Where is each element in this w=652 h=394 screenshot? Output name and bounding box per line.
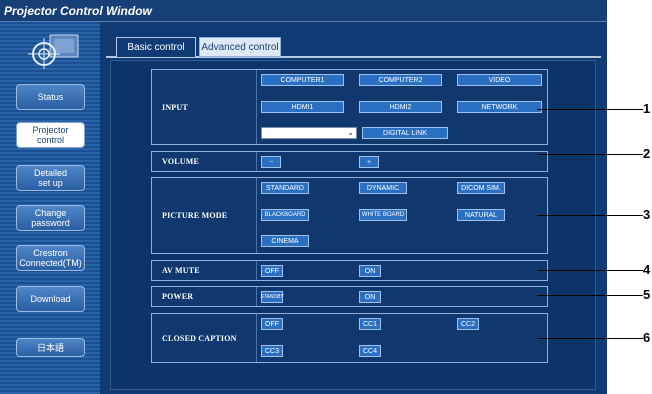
column-divider (256, 314, 257, 362)
sidebar-item-japanese[interactable]: 日本語 (16, 338, 85, 357)
sidebar-item-detailed-set-up[interactable]: Detailed set up (16, 165, 85, 191)
volume-section: VOLUME − + (151, 151, 548, 172)
tab-advanced-control[interactable]: Advanced control (199, 37, 281, 57)
av-mute-on-button[interactable]: ON (359, 265, 381, 277)
title-bar: Projector Control Window (0, 0, 607, 22)
projector-control-window: Projector Control Window Status Projecto… (0, 0, 607, 394)
callout-line-3 (537, 215, 643, 216)
white-board-button[interactable]: WHITE BOARD (359, 209, 407, 221)
av-mute-label: AV MUTE (162, 266, 200, 275)
callout-number-1: 1 (643, 101, 651, 116)
main-content: Basic control Advanced control INPUT COM… (100, 22, 607, 394)
sidebar-item-projector-control[interactable]: Projector control (16, 122, 85, 148)
video-button[interactable]: VIDEO (457, 74, 542, 86)
closed-caption-label: CLOSED CAPTION (162, 333, 237, 343)
av-mute-off-button[interactable]: OFF (261, 265, 283, 277)
tab-basic-control[interactable]: Basic control (116, 37, 196, 57)
power-section: POWER STANDBY ON (151, 286, 548, 307)
closed-caption-section: CLOSED CAPTION OFF CC1 CC2 CC3 CC4 (151, 313, 548, 363)
digital-link-button[interactable]: DIGITAL LINK (362, 127, 448, 139)
cinema-button[interactable]: CINEMA (261, 235, 309, 247)
callout-line-2 (537, 154, 643, 155)
volume-up-button[interactable]: + (359, 156, 379, 168)
volume-down-button[interactable]: − (261, 156, 281, 168)
blackboard-button[interactable]: BLACKBOARD (261, 209, 309, 221)
sidebar-item-change-password[interactable]: Change password (16, 205, 85, 231)
cc1-button[interactable]: CC1 (359, 318, 381, 330)
callout-number-6: 6 (643, 330, 651, 345)
dicom-sim-button[interactable]: DICOM SIM. (457, 182, 505, 194)
callout-number-4: 4 (643, 262, 651, 277)
target-logo-icon (28, 34, 79, 69)
hdmi2-button[interactable]: HDMI2 (359, 101, 442, 113)
sidebar-item-crestron[interactable]: Crestron Connected(TM) (16, 245, 85, 271)
sidebar: Status Projector control Detailed set up… (0, 22, 100, 394)
callout-number-3: 3 (643, 207, 651, 222)
callout-line-4 (537, 270, 643, 271)
column-divider (256, 70, 257, 144)
column-divider (256, 261, 257, 280)
column-divider (256, 152, 257, 171)
computer1-button[interactable]: COMPUTER1 (261, 74, 344, 86)
picture-mode-label: PICTURE MODE (162, 211, 228, 220)
callout-line-1 (537, 109, 643, 110)
input-select[interactable]: ⌄ (261, 127, 357, 139)
column-divider (256, 178, 257, 253)
input-section: INPUT COMPUTER1 COMPUTER2 VIDEO HDMI1 HD… (151, 69, 548, 145)
av-mute-section: AV MUTE OFF ON (151, 260, 548, 281)
control-panel: INPUT COMPUTER1 COMPUTER2 VIDEO HDMI1 HD… (110, 60, 596, 390)
input-label: INPUT (162, 102, 188, 112)
callout-number-5: 5 (643, 287, 651, 302)
computer2-button[interactable]: COMPUTER2 (359, 74, 442, 86)
callout-line-5 (537, 295, 643, 296)
cc3-button[interactable]: CC3 (261, 345, 283, 357)
cc-off-button[interactable]: OFF (261, 318, 283, 330)
power-on-button[interactable]: ON (359, 291, 381, 303)
natural-button[interactable]: NATURAL (457, 209, 505, 221)
cc4-button[interactable]: CC4 (359, 345, 381, 357)
hdmi1-button[interactable]: HDMI1 (261, 101, 344, 113)
dynamic-button[interactable]: DYNAMIC (359, 182, 407, 194)
column-divider (256, 287, 257, 306)
network-button[interactable]: NETWORK (457, 101, 542, 113)
picture-mode-section: PICTURE MODE STANDARD DYNAMIC DICOM SIM.… (151, 177, 548, 254)
sidebar-item-download[interactable]: Download (16, 286, 85, 312)
standby-button[interactable]: STANDBY (260, 291, 284, 303)
window-title: Projector Control Window (4, 4, 152, 18)
callout-number-2: 2 (643, 146, 651, 161)
power-label: POWER (162, 292, 194, 301)
cc2-button[interactable]: CC2 (457, 318, 479, 330)
callout-line-6 (537, 338, 643, 339)
chevron-down-icon: ⌄ (347, 128, 354, 137)
sidebar-item-status[interactable]: Status (16, 84, 85, 110)
tab-bar: Basic control Advanced control (106, 37, 601, 58)
volume-label: VOLUME (162, 157, 200, 166)
standard-button[interactable]: STANDARD (261, 182, 309, 194)
